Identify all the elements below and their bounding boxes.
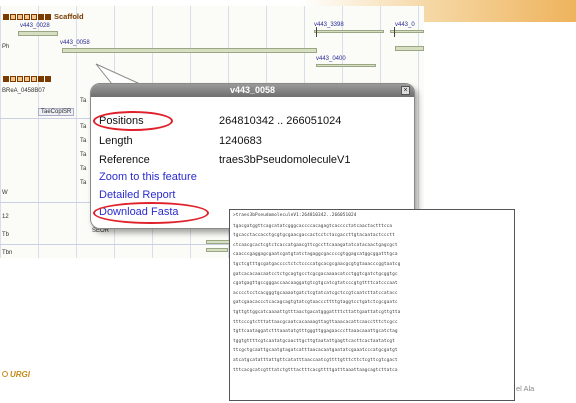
download-fasta-link[interactable]: Download Fasta bbox=[99, 206, 179, 218]
track-title-label: Scaffold bbox=[54, 12, 84, 21]
feature-boundary-tick bbox=[316, 27, 317, 37]
scaffold-feature[interactable] bbox=[395, 46, 424, 51]
track-title-scaffold[interactable]: Scaffold bbox=[3, 12, 84, 21]
side-label: Tb bbox=[2, 232, 10, 238]
urgi-logo: URGI bbox=[2, 370, 30, 379]
track-share-icon[interactable] bbox=[17, 76, 23, 82]
track-help-icon[interactable] bbox=[31, 76, 37, 82]
fasta-line: tttcccgtctttattaacgcaatcacaaaagttagttaaa… bbox=[233, 319, 398, 325]
feature-label[interactable]: v443_3398 bbox=[314, 22, 344, 28]
scaffold-feature-selected[interactable] bbox=[62, 48, 317, 53]
logo-mark-icon bbox=[2, 371, 8, 377]
side-label: BReA_0458B07 bbox=[2, 88, 46, 94]
popup-title: v443_0058 bbox=[91, 84, 414, 97]
zoom-to-feature-link[interactable]: Zoom to this feature bbox=[99, 171, 197, 183]
ltr-feature-label[interactable]: TaeCopiSR bbox=[38, 108, 75, 116]
track-toggle-icon[interactable] bbox=[3, 76, 9, 82]
fasta-line: gatcacacaacaatcctctgcagtgcctcgcgacaaaaca… bbox=[233, 271, 398, 277]
fasta-line: tttcacgcatcgtttatctgtttactttcacgttttgatt… bbox=[233, 367, 398, 373]
positions-label: Positions bbox=[99, 115, 144, 127]
fasta-sequence-window: >traes3bPseudomoleculeV1:264810342..2660… bbox=[229, 209, 515, 401]
track-config-icon[interactable] bbox=[24, 76, 30, 82]
footer-author-fragment: el Ala bbox=[516, 384, 535, 393]
scaffold-feature[interactable] bbox=[390, 30, 424, 33]
fasta-header: >traes3bPseudomoleculeV1:264810342..2660… bbox=[233, 213, 357, 218]
fasta-line: ctcaacgcactcgtctcaccatgaacgttcgccttcaaag… bbox=[233, 242, 398, 248]
feature-label[interactable]: v443_0400 bbox=[316, 56, 346, 62]
track-divider bbox=[0, 118, 90, 119]
side-label: Ta bbox=[80, 166, 87, 172]
track-delete-icon[interactable] bbox=[10, 76, 16, 82]
side-label: Ta bbox=[80, 180, 87, 186]
track-up-icon[interactable] bbox=[38, 76, 44, 82]
track-help-icon[interactable] bbox=[31, 13, 37, 20]
fasta-line: tgttgttggcatcaaaattgtttaactgacatgggatttt… bbox=[233, 309, 401, 315]
fasta-line: acccctcctcacgggtgcaaaatgatctcgtatcatcgct… bbox=[233, 290, 398, 296]
length-label: Length bbox=[99, 135, 133, 147]
fasta-line: tgttcaataggatctttaaatatgtttgggttggagaacc… bbox=[233, 329, 398, 335]
reference-label: Reference bbox=[99, 154, 150, 166]
track-config-icon[interactable] bbox=[24, 13, 30, 20]
logo-text: URGI bbox=[10, 370, 30, 379]
detailed-report-link[interactable]: Detailed Report bbox=[99, 189, 175, 201]
reference-value: traes3bPseudomoleculeV1 bbox=[219, 154, 351, 166]
side-label: Tbn bbox=[2, 250, 13, 256]
scaffold-feature[interactable] bbox=[316, 64, 376, 67]
side-label: Ta bbox=[80, 98, 87, 104]
track-up-icon[interactable] bbox=[38, 13, 44, 20]
feature-label[interactable]: v443_0058 bbox=[60, 40, 90, 46]
track-delete-icon[interactable] bbox=[10, 13, 16, 20]
side-label: Ta bbox=[80, 152, 87, 158]
side-label: Ta bbox=[80, 124, 87, 130]
track-toggle-icon[interactable] bbox=[3, 13, 9, 20]
side-label: 12 bbox=[2, 214, 9, 220]
fasta-line: cgatgagttgccgggaccaacaaggatgtcgtgcatcgta… bbox=[233, 281, 398, 287]
side-label: W bbox=[2, 190, 8, 196]
annotation-feature[interactable] bbox=[206, 248, 228, 252]
track-down-icon[interactable] bbox=[45, 76, 51, 82]
feature-popup: v443_0058 × Positions 264810342 .. 26605… bbox=[90, 83, 415, 229]
track-down-icon[interactable] bbox=[45, 13, 51, 20]
fasta-line: ttcgctgcaattgcaatgtagatcatttaacacaatgaat… bbox=[233, 348, 398, 354]
feature-label[interactable]: v443_0028 bbox=[20, 23, 50, 29]
track-title-second[interactable] bbox=[3, 76, 52, 82]
positions-value: 264810342 .. 266051024 bbox=[219, 115, 342, 127]
fasta-line: gatcgaacaccctcacagcagtgtatcgtaacccttttgt… bbox=[233, 300, 398, 306]
fasta-line: tggtgttttcgtcaatatgcaacttgcttgtaatattgag… bbox=[233, 338, 395, 344]
fasta-line: tgcacctaccacctgcgtgcgaacgaccactcctctacga… bbox=[233, 233, 395, 239]
close-icon[interactable]: × bbox=[401, 86, 410, 95]
fasta-line: caacccgaggagcgaatcgatgtatctagaggcgaccccg… bbox=[233, 252, 398, 258]
length-value: 1240683 bbox=[219, 135, 262, 147]
scaffold-feature[interactable] bbox=[18, 31, 58, 36]
side-label: Ph bbox=[2, 44, 10, 50]
fasta-line: atcatgcatatttattgttcatatttaaccaatcgttttg… bbox=[233, 357, 398, 363]
feature-label[interactable]: v443_0 bbox=[395, 22, 415, 28]
fasta-line: tgctcgtttgcgatgacccctctctccccatgcacgcgaa… bbox=[233, 261, 401, 267]
track-divider bbox=[0, 202, 90, 203]
fasta-line: tgacgatggttcagcatatcgggcaccccacagagtcacc… bbox=[233, 223, 393, 229]
side-label: Ta bbox=[80, 138, 87, 144]
scaffold-feature[interactable] bbox=[314, 30, 384, 33]
feature-boundary-tick bbox=[394, 27, 395, 37]
track-share-icon[interactable] bbox=[17, 13, 23, 20]
